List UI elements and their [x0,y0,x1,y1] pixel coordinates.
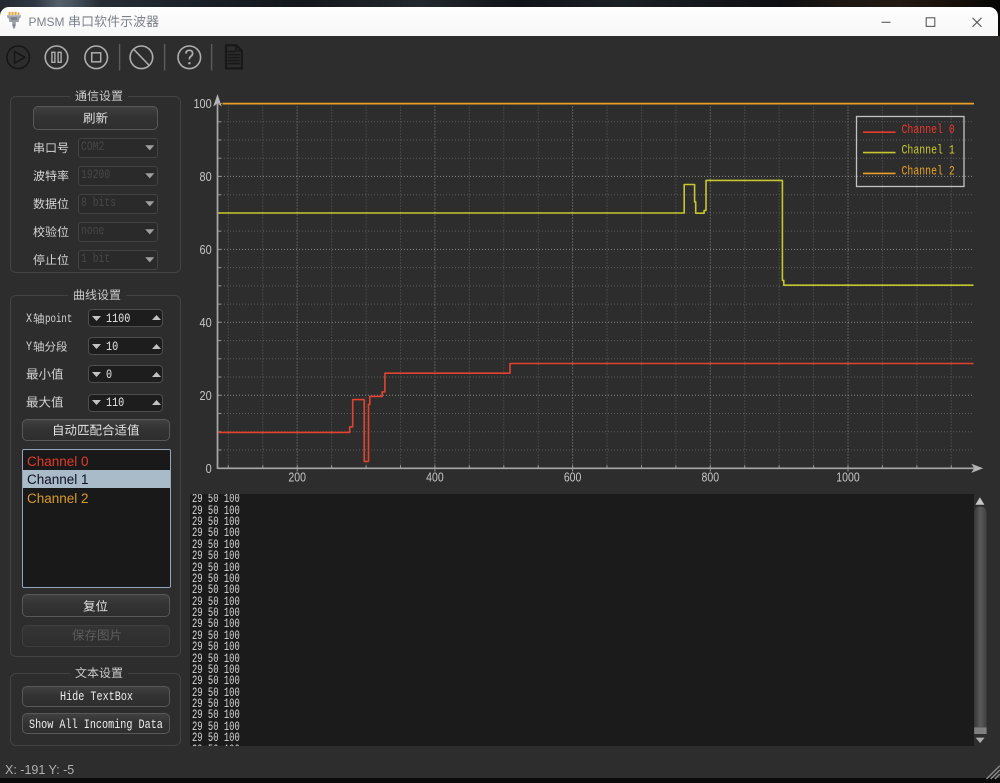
svg-text:1000: 1000 [836,470,860,485]
svg-text:80: 80 [200,169,212,184]
svg-text:Channel 0: Channel 0 [902,124,955,137]
svg-text:60: 60 [200,242,212,257]
svg-text:600: 600 [564,470,582,485]
svg-text:20: 20 [200,388,212,403]
svg-text:200: 200 [288,470,306,485]
svg-text:0: 0 [206,461,212,476]
svg-text:Channel 1: Channel 1 [902,145,955,158]
svg-text:400: 400 [426,470,444,485]
svg-text:100: 100 [193,96,212,111]
svg-text:40: 40 [200,315,212,330]
svg-text:Channel 2: Channel 2 [902,166,955,179]
svg-text:800: 800 [702,470,720,485]
